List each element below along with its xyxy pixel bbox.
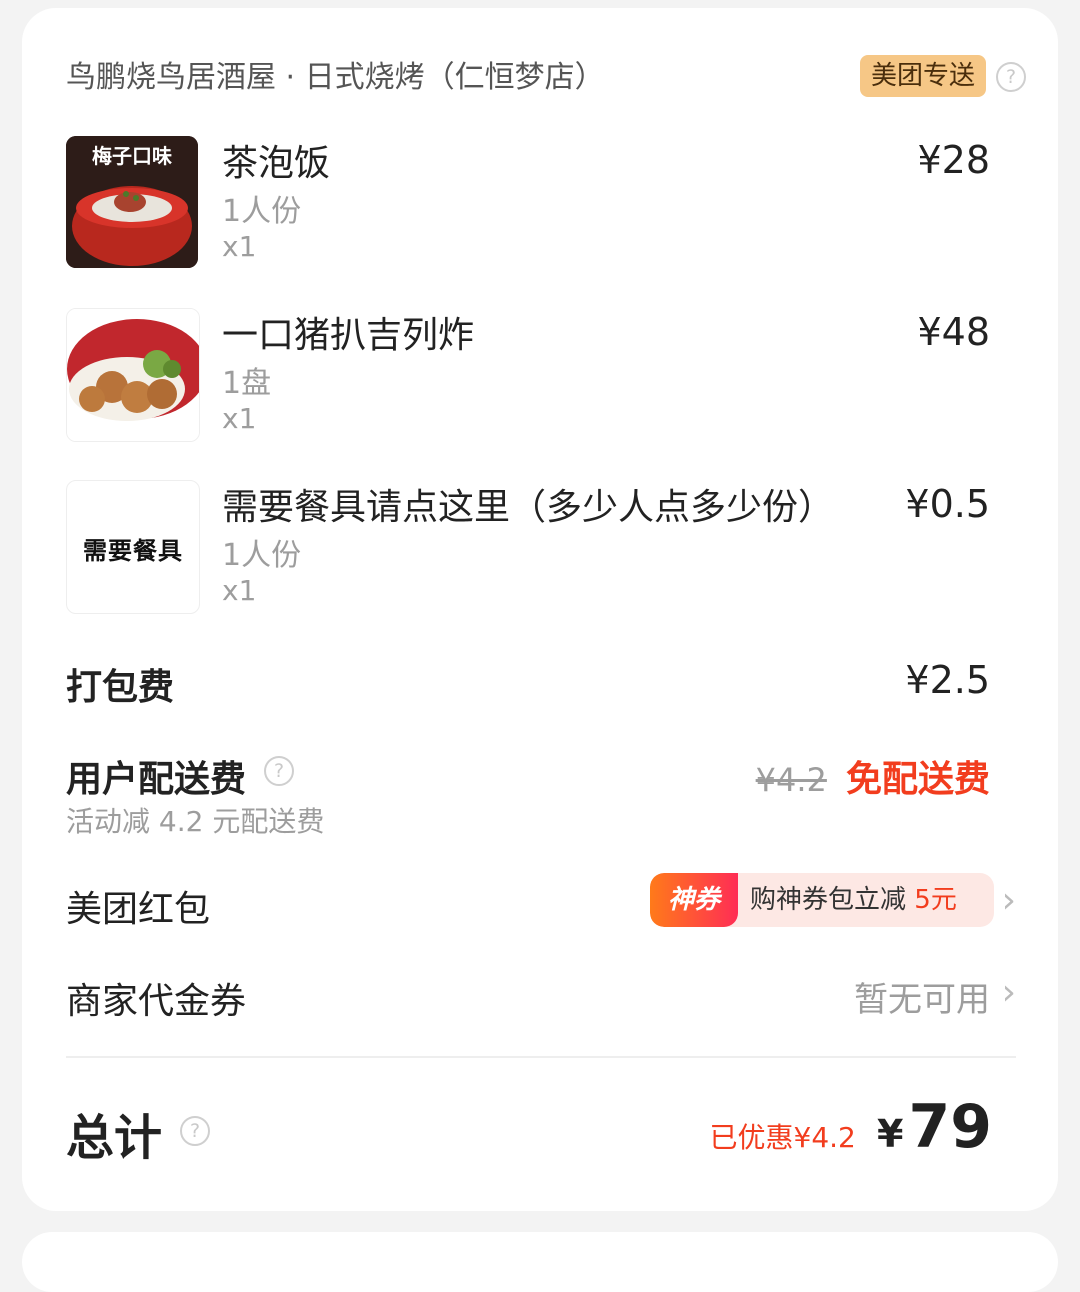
promo-text: 购神券包立减 bbox=[750, 885, 907, 915]
delivery-fee-help-icon[interactable]: ? bbox=[264, 756, 294, 786]
coupon-promo-text: 购神券包立减 5元 bbox=[750, 873, 957, 927]
item-spec: 1人份 bbox=[222, 538, 302, 573]
item-quantity: x1 bbox=[222, 402, 257, 435]
packing-fee-value: ¥2.5 bbox=[905, 658, 990, 702]
total-label: 总计 bbox=[66, 1110, 163, 1166]
merchant-coupon-label: 商家代金券 bbox=[66, 981, 247, 1022]
chevron-right-icon[interactable]: › bbox=[1002, 880, 1016, 921]
chevron-right-icon[interactable]: › bbox=[1002, 972, 1016, 1013]
thumb-caption: 梅子口味 bbox=[92, 144, 172, 168]
next-card bbox=[22, 1232, 1058, 1292]
item-thumbnail[interactable]: 梅子口味 bbox=[66, 136, 198, 268]
total-amount: 已优惠¥4.2 ¥ 79 bbox=[710, 1092, 993, 1162]
item-quantity: x1 bbox=[222, 230, 257, 263]
item-thumbnail[interactable] bbox=[66, 308, 200, 442]
merchant-coupon-value[interactable]: 暂无可用 bbox=[854, 972, 990, 1021]
item-price: ¥48 bbox=[917, 310, 990, 354]
currency-symbol: ¥ bbox=[876, 1112, 904, 1156]
item-price: ¥0.5 bbox=[905, 482, 990, 526]
packing-fee-label: 打包费 bbox=[66, 667, 175, 708]
delivery-fee-value: ¥4.2 免配送费 bbox=[756, 750, 990, 802]
item-spec: 1盘 bbox=[222, 366, 272, 401]
store-name[interactable]: 鸟鹏烧鸟居酒屋 · 日式烧烤（仁恒梦店） bbox=[66, 52, 605, 96]
item-name[interactable]: 需要餐具请点这里（多少人点多少份） bbox=[222, 478, 834, 530]
total-value: 79 bbox=[908, 1092, 993, 1162]
original-delivery-fee: ¥4.2 bbox=[755, 761, 827, 799]
help-icon[interactable]: ? bbox=[996, 62, 1026, 92]
total-help-icon[interactable]: ? bbox=[180, 1116, 210, 1146]
item-spec: 1人份 bbox=[222, 194, 302, 229]
coupon-promo[interactable]: 神券 购神券包立减 5元 bbox=[650, 873, 994, 927]
item-thumbnail[interactable]: 需要餐具 bbox=[66, 480, 200, 614]
free-delivery-label: 免配送费 bbox=[845, 759, 990, 800]
item-name[interactable]: 一口猪扒吉列炸 bbox=[222, 306, 474, 358]
item-price: ¥28 bbox=[917, 138, 990, 182]
delivery-tag: 美团专送 bbox=[860, 55, 986, 97]
item-name[interactable]: 茶泡饭 bbox=[222, 134, 330, 186]
delivery-fee-note: 活动减 4.2 元配送费 bbox=[66, 805, 325, 838]
delivery-fee-label: 用户配送费 bbox=[66, 759, 247, 800]
item-quantity: x1 bbox=[222, 574, 257, 607]
red-packet-label: 美团红包 bbox=[66, 889, 211, 930]
thumb-caption: 需要餐具 bbox=[83, 537, 183, 565]
promo-amount: 5元 bbox=[914, 885, 957, 915]
total-discount: 已优惠¥4.2 bbox=[709, 1121, 856, 1154]
divider bbox=[66, 1056, 1016, 1058]
fried-pork-image bbox=[67, 309, 199, 441]
coupon-badge: 神券 bbox=[650, 873, 738, 927]
